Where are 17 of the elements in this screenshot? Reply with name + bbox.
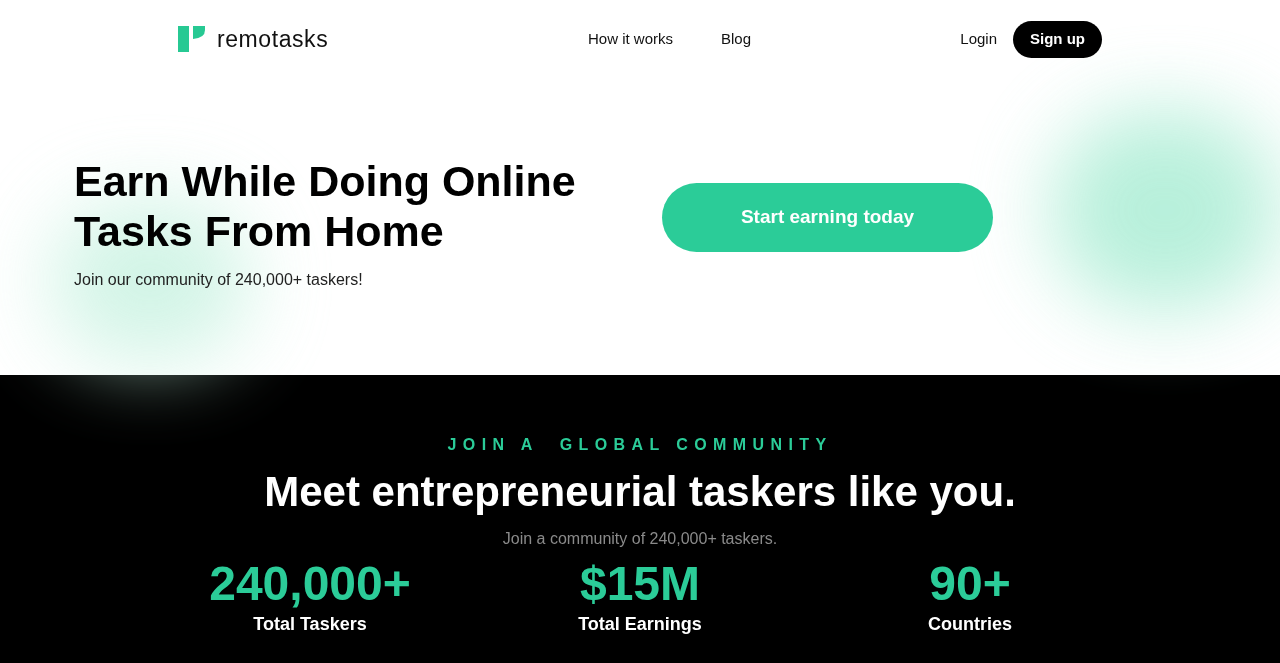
stat-label: Total Earnings	[578, 613, 702, 636]
nav-link[interactable]: How it works	[588, 27, 673, 51]
logo-icon	[178, 26, 205, 52]
hero-title: Earn While Doing Online Tasks From Home	[74, 156, 577, 256]
community-title: Meet entrepreneurial taskers like you.	[264, 467, 1016, 517]
login-link[interactable]: Login	[960, 27, 997, 51]
nav-link[interactable]: Blog	[721, 27, 752, 51]
stat-label: Total Taskers	[253, 613, 367, 636]
stat-value: $15M	[579, 557, 701, 611]
hero-subtitle: Join our community of 240,000+ taskers!	[74, 270, 364, 290]
stat-value: 90+	[929, 557, 1011, 611]
stat-label: Countries	[928, 613, 1012, 636]
eyebrow-text: JOIN A GLOBAL COMMUNITY	[447, 435, 833, 455]
community-subtitle: Join a community of 240,000+ taskers.	[502, 529, 778, 549]
signup-button[interactable]: Sign up	[1013, 20, 1102, 58]
stat-value: 240,000+	[209, 557, 411, 611]
logo-text: remotasks	[217, 24, 329, 54]
